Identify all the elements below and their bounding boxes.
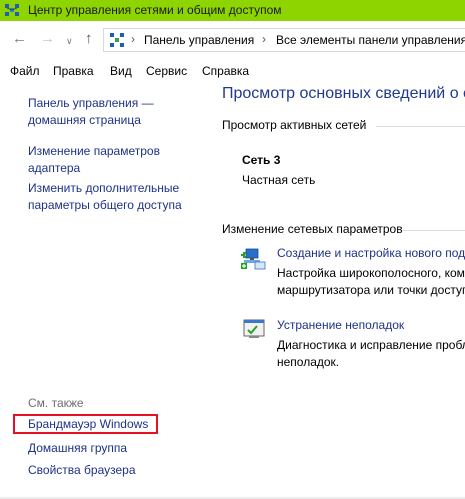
sidebar-link-internet-options[interactable]: Свойства браузера: [28, 462, 136, 479]
menu-file[interactable]: Файл: [10, 64, 40, 78]
back-arrow-icon[interactable]: ←: [12, 31, 27, 47]
description-line: маршрутизатора или точки доступ: [277, 283, 465, 297]
section-divider: [403, 230, 465, 231]
main-content: Просмотр основных сведений о се Просмотр…: [214, 82, 465, 499]
network-center-icon: [5, 4, 19, 16]
menu-bar: Файл Правка Вид Сервис Справка: [0, 60, 465, 82]
task-troubleshoot-link[interactable]: Устранение неполадок: [277, 318, 404, 332]
description-line: неполадок.: [277, 355, 340, 369]
window-title: Центр управления сетями и общим доступом: [28, 3, 282, 17]
network-name: Сеть 3: [242, 153, 281, 167]
menu-view[interactable]: Вид: [110, 64, 132, 78]
sidebar-link-line: Изменение параметров: [28, 144, 160, 158]
section-divider: [376, 126, 465, 127]
control-panel-icon: [110, 33, 124, 47]
sidebar-link-adapter-settings[interactable]: Изменение параметров адаптера: [28, 143, 160, 177]
see-also-label: См. также: [28, 396, 84, 410]
sidebar-link-line: параметры общего доступа: [28, 198, 182, 212]
page-title: Просмотр основных сведений о се: [222, 85, 465, 102]
recent-locations-chevron-icon[interactable]: ∨: [66, 33, 73, 49]
sidebar-link-homegroup[interactable]: Домашняя группа: [28, 440, 127, 457]
sidebar-link-control-panel-home[interactable]: Панель управления — домашняя страница: [28, 95, 154, 129]
menu-help[interactable]: Справка: [202, 64, 249, 78]
address-toolbar: ← → ∨ ↑ › Панель управления › Все элемен…: [0, 21, 465, 59]
address-bar[interactable]: › Панель управления › Все элементы панел…: [103, 28, 465, 52]
title-bar: Центр управления сетями и общим доступом: [0, 0, 465, 21]
breadcrumb-control-panel[interactable]: Панель управления: [144, 33, 254, 47]
new-connection-icon[interactable]: [241, 246, 267, 272]
breadcrumb-separator-icon[interactable]: ›: [131, 32, 135, 46]
task-new-connection-link[interactable]: Создание и настройка нового подк: [277, 246, 465, 260]
sidebar-link-line: Изменить дополнительные: [28, 181, 180, 195]
network-type: Частная сеть: [242, 173, 316, 187]
up-arrow-icon[interactable]: ↑: [85, 31, 93, 47]
forward-arrow-icon[interactable]: →: [40, 31, 55, 47]
sidebar-link-line: Панель управления —: [28, 96, 154, 110]
troubleshoot-icon[interactable]: [241, 316, 267, 342]
description-line: Настройка широкополосного, ком: [277, 266, 465, 280]
task-new-connection-description: Настройка широкополосного, ком маршрутиз…: [277, 265, 465, 299]
section-change-settings: Изменение сетевых параметров: [222, 222, 403, 236]
sidebar-link-line: домашняя страница: [28, 113, 141, 127]
task-troubleshoot-description: Диагностика и исправление пробл неполадо…: [277, 337, 465, 371]
breadcrumb-separator-icon[interactable]: ›: [262, 32, 266, 46]
menu-edit[interactable]: Правка: [53, 64, 94, 78]
sidebar-link-line: адаптера: [28, 161, 81, 175]
sidebar-link-windows-firewall[interactable]: Брандмауэр Windows: [28, 416, 148, 433]
breadcrumb-all-items[interactable]: Все элементы панели управления: [276, 33, 465, 47]
description-line: Диагностика и исправление пробл: [277, 338, 465, 352]
sidebar-link-sharing-settings[interactable]: Изменить дополнительные параметры общего…: [28, 180, 182, 214]
section-active-networks: Просмотр активных сетей: [222, 118, 367, 132]
menu-tools[interactable]: Сервис: [146, 64, 187, 78]
